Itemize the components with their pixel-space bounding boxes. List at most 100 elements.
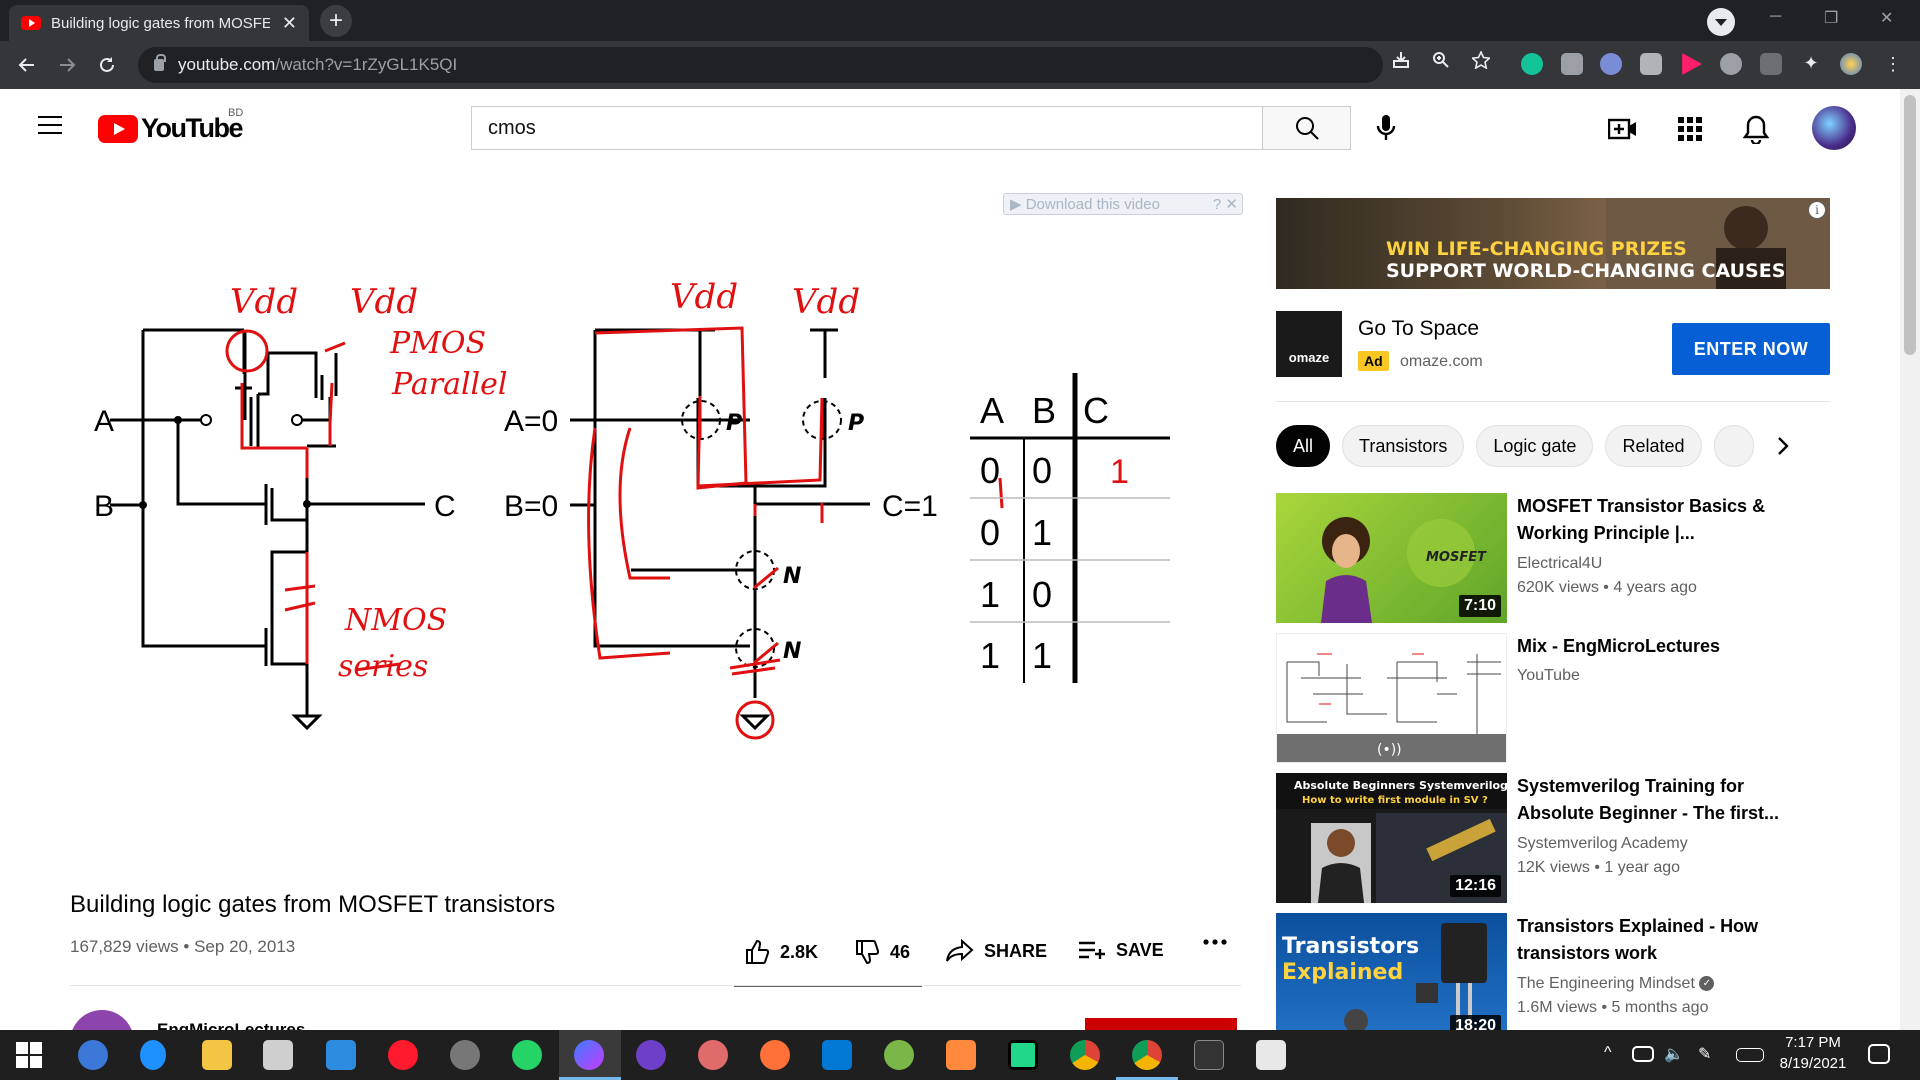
reload-icon[interactable]: [91, 49, 123, 81]
search-button[interactable]: [1262, 106, 1351, 150]
download-video-bar[interactable]: ▶ Download this video ? ✕: [1003, 193, 1243, 215]
video-thumbnail[interactable]: Transistors Explained 18:20: [1276, 913, 1507, 1030]
recommendation-title[interactable]: Systemverilog Training for Absolute Begi…: [1517, 773, 1807, 827]
tab-close-icon[interactable]: ✕: [282, 13, 297, 34]
recommendation-item[interactable]: MOSFET 7:10 MOSFET Transistor Basics & W…: [1276, 493, 1836, 623]
back-arrow-icon[interactable]: [11, 49, 43, 81]
extension-icon-4[interactable]: [1640, 53, 1662, 75]
flag-extension-icon[interactable]: [1682, 53, 1702, 75]
chip-transistors[interactable]: Transistors: [1342, 425, 1465, 467]
github-desktop-icon[interactable]: [636, 1040, 666, 1070]
youtube-logo[interactable]: YouTube BD: [98, 107, 243, 144]
minimize-icon[interactable]: ─: [1770, 8, 1781, 26]
advertiser-logo[interactable]: omaze: [1276, 311, 1342, 377]
install-app-icon[interactable]: [1392, 51, 1410, 74]
extension-icon-3[interactable]: [1600, 53, 1622, 75]
extensions-puzzle-icon[interactable]: ✦: [1800, 53, 1822, 75]
create-video-icon[interactable]: [1607, 113, 1639, 145]
video-thumbnail[interactable]: MOSFET 7:10: [1276, 493, 1507, 623]
app-icon-white[interactable]: [1256, 1040, 1286, 1070]
video-thumbnail[interactable]: Absolute Beginners Systemverilog How to …: [1276, 773, 1507, 903]
recommendation-channel[interactable]: The Engineering Mindset ✓: [1517, 975, 1715, 993]
terminal-icon[interactable]: [1194, 1040, 1224, 1070]
pen-icon[interactable]: ✎: [1698, 1044, 1711, 1064]
extension-icon-7[interactable]: [1760, 53, 1782, 75]
account-avatar[interactable]: [1812, 106, 1856, 150]
dislike-button[interactable]: 46: [854, 939, 910, 965]
download-extension-icon[interactable]: [1720, 53, 1742, 75]
chip-all[interactable]: All: [1276, 425, 1331, 467]
sublime-app-icon[interactable]: [946, 1040, 976, 1070]
store-icon[interactable]: [263, 1040, 293, 1070]
ad-title[interactable]: Go To Space: [1358, 317, 1479, 341]
new-tab-button[interactable]: +: [320, 5, 352, 37]
menu-icon[interactable]: [38, 116, 62, 134]
forward-arrow-icon[interactable]: [51, 49, 83, 81]
volume-icon[interactable]: 🔈: [1664, 1044, 1684, 1064]
whatsapp-icon[interactable]: [512, 1040, 542, 1070]
share-button[interactable]: SHARE: [946, 939, 1047, 963]
keyboard-icon[interactable]: [1736, 1048, 1764, 1062]
ad-cta-button[interactable]: ENTER NOW: [1672, 323, 1830, 375]
mix-thumbnail[interactable]: (•)): [1276, 633, 1507, 763]
chrome-icon-2[interactable]: [1132, 1040, 1162, 1070]
window-close-icon[interactable]: ✕: [1880, 8, 1893, 28]
file-explorer-icon[interactable]: [202, 1040, 232, 1070]
edge-icon[interactable]: [140, 1040, 166, 1070]
chrome-icon[interactable]: [1070, 1040, 1100, 1070]
clock[interactable]: 7:17 PM 8/19/2021: [1770, 1034, 1856, 1072]
page-scrollbar[interactable]: [1900, 89, 1920, 1030]
windows-start-icon[interactable]: [16, 1042, 46, 1072]
mail-icon[interactable]: [326, 1040, 356, 1070]
zoom-icon[interactable]: [1432, 51, 1450, 74]
voice-search-button[interactable]: [1366, 108, 1406, 148]
recommendation-channel[interactable]: Systemverilog Academy: [1517, 835, 1688, 853]
address-bar[interactable]: youtube.com/watch?v=1rZyGL1K5QI: [138, 47, 1383, 83]
browser-menu-icon[interactable]: ⋮: [1882, 53, 1904, 75]
chevron-right-icon[interactable]: [1776, 435, 1790, 464]
download-bar-controls[interactable]: ? ✕: [1213, 195, 1242, 213]
more-actions-button[interactable]: [1203, 939, 1227, 945]
firefox-icon[interactable]: [760, 1040, 790, 1070]
notifications-bell-icon[interactable]: [1740, 113, 1772, 145]
channel-avatar[interactable]: [70, 1010, 134, 1030]
browser-tab-active[interactable]: Building logic gates from MOSFE ✕: [9, 5, 309, 41]
recommendation-channel[interactable]: Electrical4U: [1517, 555, 1602, 573]
recommendation-item[interactable]: (•)) Mix - EngMicroLectures YouTube: [1276, 633, 1836, 763]
recommendation-item[interactable]: Transistors Explained 18:20 Transistors …: [1276, 913, 1836, 1030]
chip-logic-gate[interactable]: Logic gate: [1476, 425, 1594, 467]
search-input[interactable]: cmos: [471, 106, 1262, 150]
save-button[interactable]: SAVE: [1078, 939, 1164, 961]
recommendation-channel[interactable]: YouTube: [1517, 667, 1580, 685]
recommendation-title[interactable]: Mix - EngMicroLectures: [1517, 633, 1807, 660]
network-icon[interactable]: [1632, 1046, 1654, 1062]
notification-center-icon[interactable]: [1868, 1044, 1890, 1064]
opera-icon[interactable]: [388, 1040, 418, 1070]
grammarly-extension-icon[interactable]: [1521, 53, 1543, 75]
scrollbar-thumb[interactable]: [1904, 95, 1916, 355]
bookmark-star-icon[interactable]: [1470, 50, 1492, 74]
chip-related[interactable]: Related: [1605, 425, 1702, 467]
ad-banner-image[interactable]: WIN LIFE-CHANGING PRIZES SUPPORT WORLD-C…: [1276, 198, 1830, 289]
messenger-icon[interactable]: [574, 1040, 604, 1070]
paint-app-icon[interactable]: [698, 1040, 728, 1070]
vscode-icon[interactable]: [822, 1040, 852, 1070]
tab-search-icon[interactable]: [1707, 8, 1735, 36]
close-icon[interactable]: ✕: [1225, 196, 1238, 213]
channel-name[interactable]: EngMicroLectures: [157, 1020, 305, 1030]
apps-grid-icon[interactable]: [1674, 113, 1706, 145]
satellite-app-icon[interactable]: [450, 1040, 480, 1070]
pycharm-icon[interactable]: [1008, 1040, 1038, 1070]
help-icon[interactable]: ?: [1213, 196, 1221, 213]
camera-extension-icon[interactable]: [1561, 53, 1583, 75]
app-icon-green[interactable]: [884, 1040, 914, 1070]
recommendation-title[interactable]: MOSFET Transistor Basics & Working Princ…: [1517, 493, 1807, 547]
subscribe-button[interactable]: SUBSCRIBE: [1085, 1018, 1237, 1030]
tray-chevron-icon[interactable]: ^: [1604, 1044, 1612, 1062]
restore-icon[interactable]: ❐: [1824, 8, 1838, 28]
chip-overflow[interactable]: [1713, 425, 1754, 467]
like-button[interactable]: 2.8K: [744, 939, 818, 965]
recommendation-item[interactable]: Absolute Beginners Systemverilog How to …: [1276, 773, 1836, 903]
recommendation-title[interactable]: Transistors Explained - How transistors …: [1517, 913, 1807, 967]
qbittorrent-icon[interactable]: [78, 1040, 108, 1070]
